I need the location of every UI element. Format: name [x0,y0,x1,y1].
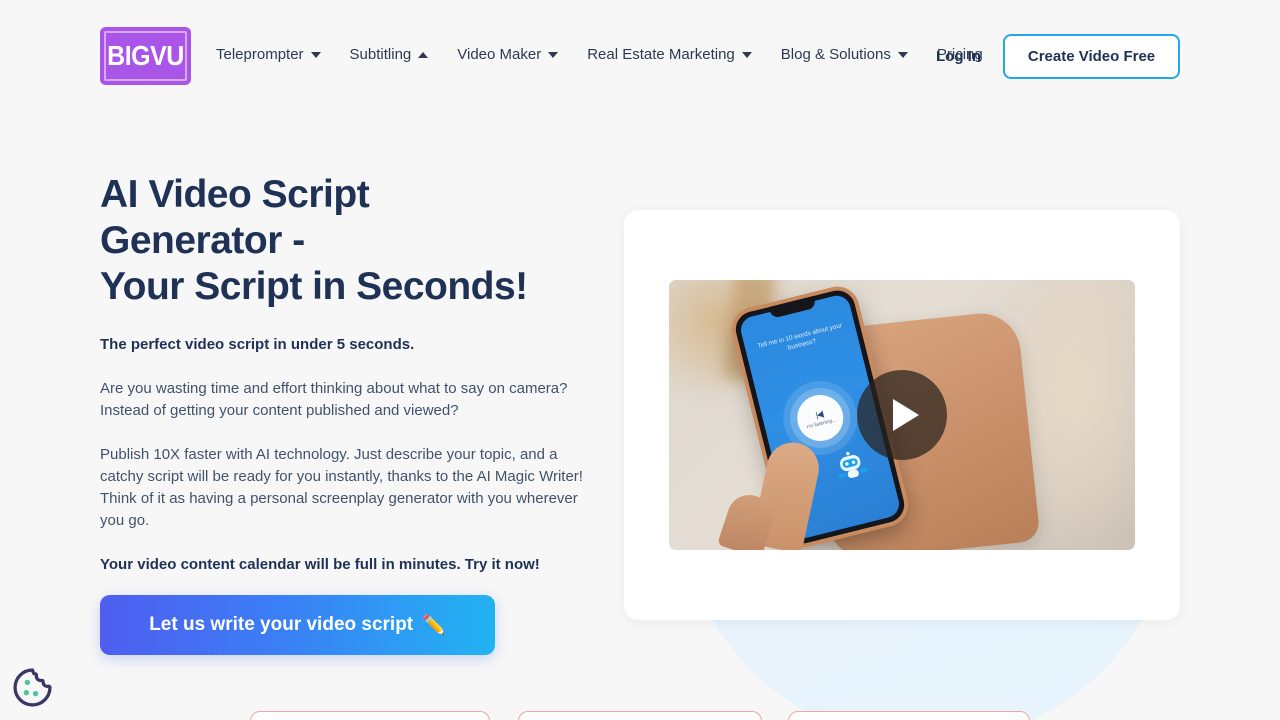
headline-line-3: Your Script in Seconds! [100,265,528,308]
feature-card-2[interactable] [518,711,762,720]
hero-text-column: AI Video Script Generator - Your Script … [100,172,600,576]
hero-paragraph-1: Are you wasting time and effort thinking… [100,380,568,419]
play-button[interactable] [857,370,947,460]
nav-item-subtitling[interactable]: Subtitling [350,46,429,63]
nav-label: Video Maker [457,46,542,63]
nav-label: Blog & Solutions [780,46,891,63]
chevron-down-icon [741,51,752,58]
nav-label: Teleprompter [216,46,304,63]
site-header: BIGVU Teleprompter Subtitling Video Make… [0,0,1280,113]
create-video-free-button[interactable]: Create Video Free [1003,34,1180,79]
chevron-down-icon [897,51,908,58]
hero-paragraph-2: Publish 10X faster with AI technology. J… [100,446,583,529]
nav-item-video-maker[interactable]: Video Maker [457,46,559,63]
write-video-script-button[interactable]: Let us write your video script ✏️ [100,595,495,655]
main-navigation: Teleprompter Subtitling Video Maker Real… [216,46,1012,63]
bigvu-logo[interactable]: BIGVU [100,27,191,85]
headline-line-1: AI Video Script [100,173,370,216]
logo-text: BIGVU [107,39,184,72]
login-link[interactable]: Log In [936,48,981,65]
cta-label: Let us write your video script [149,614,414,635]
phone-status-text: I'm listening... [806,416,838,430]
headline-line-2: Generator - [100,219,305,262]
robot-mascot-icon [838,451,868,479]
hero-subheadline: The perfect video script in under 5 seco… [100,336,415,353]
video-player[interactable]: Tell me in 10 words about your business?… [669,280,1135,550]
waveform-icon: |◀| [814,408,824,420]
landing-page: BIGVU Teleprompter Subtitling Video Make… [0,0,1280,720]
feature-card-3[interactable] [788,711,1030,720]
nav-item-real-estate-marketing[interactable]: Real Estate Marketing [587,46,752,63]
nav-item-teleprompter[interactable]: Teleprompter [216,46,321,63]
chevron-down-icon [548,51,559,58]
cookie-consent-icon[interactable] [12,667,53,708]
nav-item-blog-solutions[interactable]: Blog & Solutions [781,46,908,63]
chevron-up-icon [418,51,429,58]
page-title: AI Video Script Generator - Your Script … [100,172,600,310]
play-icon [892,399,919,431]
phone-question-text: Tell me in 10 words about your business? [756,322,843,352]
chevron-down-icon [310,51,321,58]
feature-card-1[interactable] [250,711,490,720]
hero-closing-line: Your video content calendar will be full… [100,556,540,573]
pencil-icon: ✏️ [422,615,446,636]
nav-label: Real Estate Marketing [587,46,735,63]
nav-label: Subtitling [349,46,412,63]
